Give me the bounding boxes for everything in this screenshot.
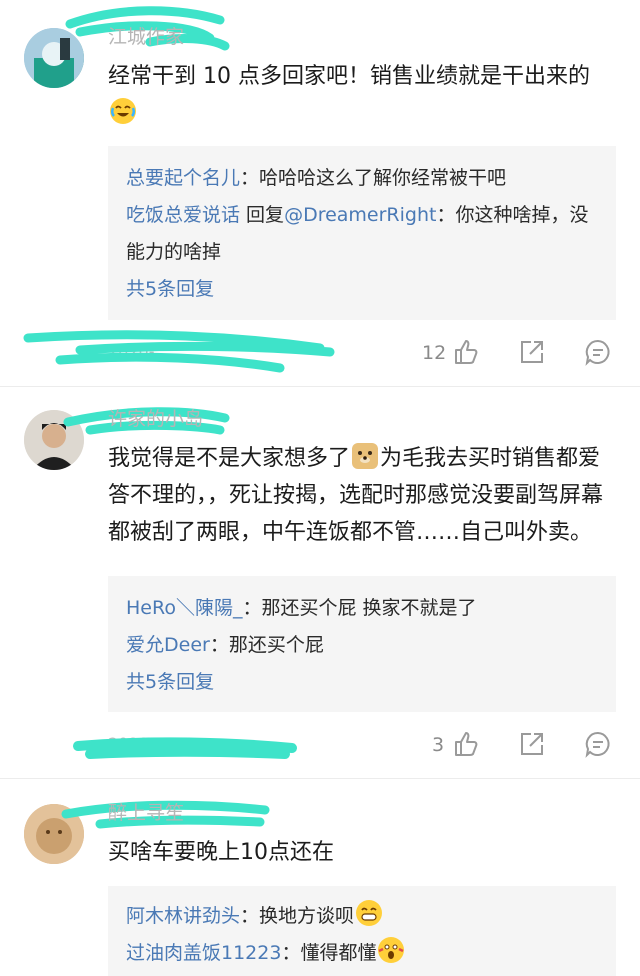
comment-username[interactable]: 许家的小岛 — [108, 404, 203, 431]
screaming-emoji-icon — [378, 937, 405, 963]
divider — [0, 386, 640, 387]
reply-text: ：换地方谈呗 — [240, 905, 355, 927]
reply-comment-icon[interactable] — [584, 338, 612, 366]
reply-username[interactable]: HeRo＼陳陽_ — [126, 597, 242, 619]
comment-body: 经常干到 10 点多回家吧！销售业绩就是干出来的 — [108, 58, 618, 132]
share-icon[interactable] — [518, 730, 546, 758]
doge-emoji-icon — [352, 443, 379, 469]
comment-username[interactable]: 醉上寻笙 — [108, 798, 184, 825]
reply-item: HeRo＼陳陽_：那还买个屁 换家不就是了 — [126, 590, 598, 627]
redaction-scribble — [23, 330, 335, 373]
grinning-emoji-icon — [356, 900, 383, 926]
laughing-crying-emoji-icon — [110, 98, 136, 124]
replies-box[interactable]: 总要起个名儿：哈哈哈这么了解你经常被干吧 吃饭总爱说话 回复@DreamerRi… — [108, 146, 616, 320]
reply-mention[interactable]: @DreamerRight — [284, 204, 436, 226]
reply-item: 阿木林讲劲头：换地方谈呗 — [126, 898, 598, 935]
comment-meta: 2020- 12 — [0, 330, 640, 374]
like-icon[interactable] — [452, 338, 480, 366]
reply-username[interactable]: 爱允Deer — [126, 634, 210, 656]
replies-box[interactable]: HeRo＼陳陽_：那还买个屁 换家不就是了 爱允Deer：那还买个屁 共5条回复 — [108, 576, 616, 712]
comment-body: 买啥车要晚上10点还在 — [108, 834, 618, 871]
reply-text: ：懂得都懂 — [281, 942, 377, 964]
comment-body: 我觉得是不是大家想多了 为毛我去买时销售都爱答不理的，，死让按揭，选配时那感觉没… — [108, 440, 618, 551]
like-icon[interactable] — [452, 730, 480, 758]
more-replies-link[interactable]: 共5条回复 — [126, 664, 598, 701]
reply-item: 吃饭总爱说话 回复@DreamerRight：你这种啥掉，没能力的啥掉 — [126, 197, 598, 271]
reply-item: 总要起个名儿：哈哈哈这么了解你经常被干吧 — [126, 160, 598, 197]
share-icon[interactable] — [518, 338, 546, 366]
reply-text: ：那还买个屁 换家不就是了 — [242, 597, 477, 619]
reply-text-pre: 回复 — [240, 204, 285, 226]
redaction-scribble — [73, 737, 297, 759]
more-replies-link[interactable]: 共5条回复 — [126, 271, 598, 308]
reply-text: ：那还买个屁 — [209, 634, 324, 656]
reply-item: 过油肉盖饭11223：懂得都懂 — [126, 935, 598, 972]
like-count: 12 — [422, 342, 447, 364]
replies-box[interactable]: 阿木林讲劲头：换地方谈呗 过油肉盖饭11223：懂得都懂 — [108, 886, 616, 976]
reply-item: 爱允Deer：那还买个屁 — [126, 627, 598, 664]
reply-username[interactable]: 总要起个名儿 — [126, 167, 240, 189]
reply-comment-icon[interactable] — [584, 730, 612, 758]
reply-username[interactable]: 阿木林讲劲头 — [126, 905, 240, 927]
like-count: 3 — [432, 734, 445, 756]
divider — [0, 778, 640, 779]
comment-text: 买啥车要晚上10点还在 — [108, 840, 334, 865]
comment-text: 我觉得是不是大家想多了 — [108, 446, 351, 471]
comment-username[interactable]: 江城作家 — [108, 22, 184, 49]
reply-username[interactable]: 过油肉盖饭11223 — [126, 942, 281, 964]
reply-username[interactable]: 吃饭总爱说话 — [126, 204, 240, 226]
reply-text: ：哈哈哈这么了解你经常被干吧 — [240, 167, 507, 189]
comment-meta: 2020- 3 — [0, 726, 640, 766]
comment-text: 经常干到 10 点多回家吧！销售业绩就是干出来的 — [108, 64, 590, 89]
